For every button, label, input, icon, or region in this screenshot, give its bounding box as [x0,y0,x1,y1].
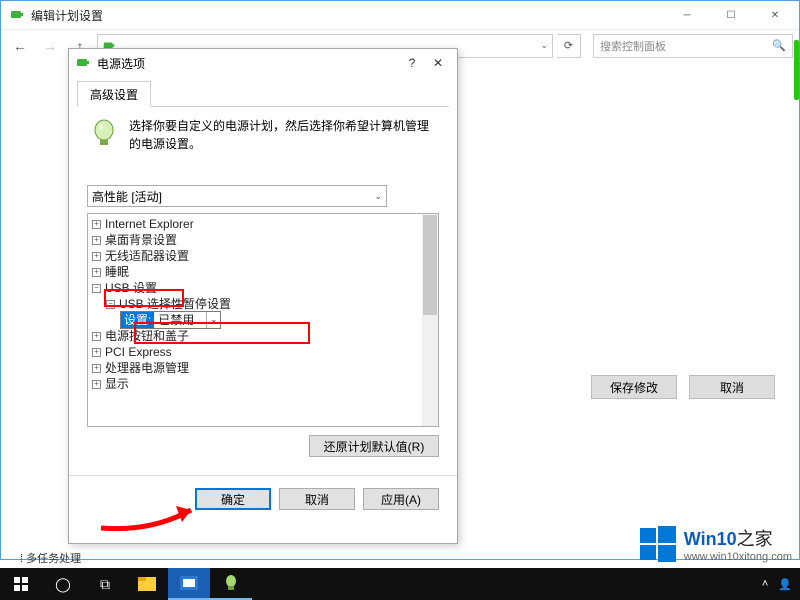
edge-scroll-indicator [794,40,799,100]
expand-icon[interactable]: + [92,380,101,389]
expand-icon[interactable]: + [92,348,101,357]
cortana-button[interactable]: ◯ [42,568,84,600]
main-window-title: 编辑计划设置 [31,7,665,24]
tree-item-wireless[interactable]: +无线适配器设置 [92,248,438,264]
tree-item-ie[interactable]: +Internet Explorer [92,216,438,232]
expand-icon[interactable]: + [92,268,101,277]
dialog-titlebar: 电源选项 ? ✕ [69,49,457,77]
task-view-button[interactable]: ⧉ [84,568,126,600]
watermark-url: www.win10xitong.com [684,551,792,563]
refresh-button[interactable]: ⟳ [557,34,581,58]
dialog-title: 电源选项 [97,55,399,72]
tree-item-cpu-power[interactable]: +处理器电源管理 [92,360,438,376]
expand-icon[interactable]: + [92,236,101,245]
collapse-icon[interactable]: − [92,284,101,293]
tree-item-usb-suspend[interactable]: −USB 选择性暂停设置 [106,296,438,312]
tree-item-pci-express[interactable]: +PCI Express [92,344,438,360]
setting-value-combo[interactable]: 设置: 已禁用 ⌄ [120,311,221,329]
power-options-dialog: 电源选项 ? ✕ 高级设置 选择你要自定义的电源计划，然后选择你希望计算机管理的… [68,48,458,544]
dialog-cancel-button[interactable]: 取消 [279,488,355,510]
scrollbar-thumb[interactable] [423,215,437,315]
forward-button: → [37,33,63,59]
back-button[interactable]: ← [7,33,33,59]
taskbar-app-settings[interactable] [168,568,210,600]
close-button[interactable]: ✕ [753,1,797,29]
search-input[interactable]: 搜索控制面板 🔍 [593,34,793,58]
start-button[interactable] [0,568,42,600]
dialog-description: 选择你要自定义的电源计划，然后选择你希望计算机管理的电源设置。 [129,117,439,153]
ok-button[interactable]: 确定 [195,488,271,510]
bulb-icon [87,117,121,151]
main-titlebar: 编辑计划设置 ─ ☐ ✕ [1,1,799,29]
settings-tree: +Internet Explorer +桌面背景设置 +无线适配器设置 +睡眠 … [87,213,439,427]
plan-selected-value: 高性能 [活动] [92,188,162,205]
expand-icon[interactable]: + [92,332,101,341]
taskbar-app-power[interactable] [210,568,252,600]
tray-people-icon[interactable]: 👤 [778,578,792,591]
power-options-icon [75,55,91,71]
expand-icon[interactable]: + [92,364,101,373]
taskbar-app-explorer[interactable] [126,568,168,600]
expand-icon[interactable]: + [92,220,101,229]
tab-advanced-settings[interactable]: 高级设置 [77,81,151,107]
dialog-close-button[interactable]: ✕ [425,50,451,76]
expand-icon[interactable]: + [92,252,101,261]
cancel-button[interactable]: 取消 [689,375,775,399]
tree-item-desktop-bg[interactable]: +桌面背景设置 [92,232,438,248]
tree-item-usb-setting[interactable]: 设置: 已禁用 ⌄ [120,312,438,328]
truncated-background-text: ⁞ 多任务处理 [20,550,81,566]
taskbar: ◯ ⧉ ˄ 👤 [0,568,800,600]
dialog-button-row: 确定 取消 应用(A) [69,475,457,510]
tree-item-sleep[interactable]: +睡眠 [92,264,438,280]
chevron-down-icon[interactable]: ⌄ [206,312,220,328]
setting-label: 设置: [121,312,154,328]
tab-strip: 高级设置 [77,81,449,107]
chevron-down-icon[interactable]: ⌄ [540,40,548,51]
search-placeholder: 搜索控制面板 [600,38,666,54]
windows-logo-icon [638,524,678,564]
collapse-icon[interactable]: − [106,300,115,309]
restore-defaults-button[interactable]: 还原计划默认值(R) [309,435,439,457]
power-plan-icon [9,7,25,23]
tree-item-power-buttons[interactable]: +电源按钮和盖子 [92,328,438,344]
watermark-brand1: Win10 [684,529,737,549]
tray-overflow-icon[interactable]: ˄ [762,578,768,590]
scrollbar-track[interactable] [422,214,438,426]
maximize-button[interactable]: ☐ [709,1,753,29]
watermark-brand2: 之家 [737,529,773,549]
tree-item-display[interactable]: +显示 [92,376,438,392]
apply-button[interactable]: 应用(A) [363,488,439,510]
chevron-down-icon: ⌄ [374,191,382,202]
help-button[interactable]: ? [399,50,425,76]
tree-item-usb[interactable]: −USB 设置 [92,280,438,296]
setting-value: 已禁用 [154,312,206,328]
system-tray: ˄ 👤 [762,578,800,591]
power-plan-select[interactable]: 高性能 [活动] ⌄ [87,185,387,207]
minimize-button[interactable]: ─ [665,1,709,29]
search-icon: 🔍 [772,39,786,52]
watermark: Win10之家 www.win10xitong.com [638,524,792,564]
save-changes-button[interactable]: 保存修改 [591,375,677,399]
